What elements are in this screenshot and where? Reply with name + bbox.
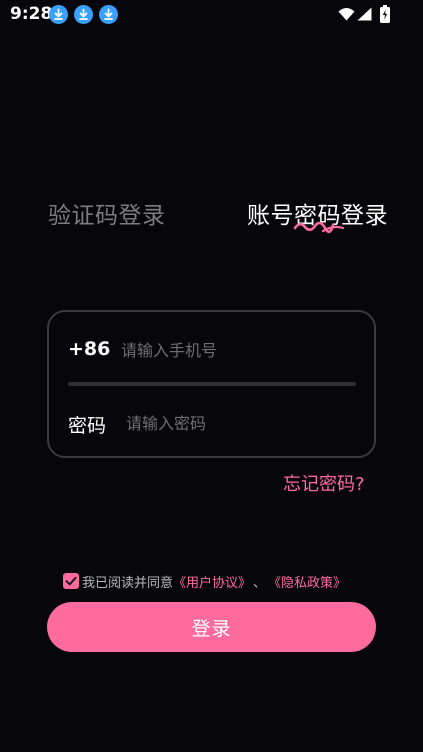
forgot-password-link[interactable]: 忘记密码? — [283, 470, 365, 496]
agree-checkbox[interactable] — [63, 573, 79, 589]
download-icon — [74, 5, 93, 24]
active-tab-indicator — [293, 221, 345, 233]
phone-input[interactable] — [121, 339, 351, 361]
status-bar: 9:28 — [0, 0, 423, 30]
battery-icon — [380, 5, 390, 23]
check-icon — [65, 576, 77, 586]
login-button[interactable]: 登录 — [47, 602, 376, 652]
password-input[interactable] — [126, 412, 351, 434]
signal-icon — [357, 7, 372, 21]
status-time: 9:28 — [10, 4, 53, 24]
download-icon — [49, 5, 68, 24]
login-form: +86 密码 — [47, 310, 376, 458]
agreement-row: 我已阅读并同意 《用户协议》 、 《隐私政策》 — [63, 572, 346, 591]
agreement-text: 我已阅读并同意 — [82, 575, 174, 591]
privacy-policy-link[interactable]: 《隐私政策》 — [268, 572, 346, 591]
user-agreement-link[interactable]: 《用户协议》 — [173, 572, 251, 591]
tab-sms-login[interactable]: 验证码登录 — [48, 196, 166, 230]
country-code[interactable]: +86 — [68, 338, 110, 360]
password-label: 密码 — [68, 415, 107, 437]
download-icon — [99, 5, 118, 24]
form-divider — [68, 382, 356, 386]
wifi-icon — [338, 8, 355, 21]
agreement-separator: 、 — [253, 575, 267, 591]
